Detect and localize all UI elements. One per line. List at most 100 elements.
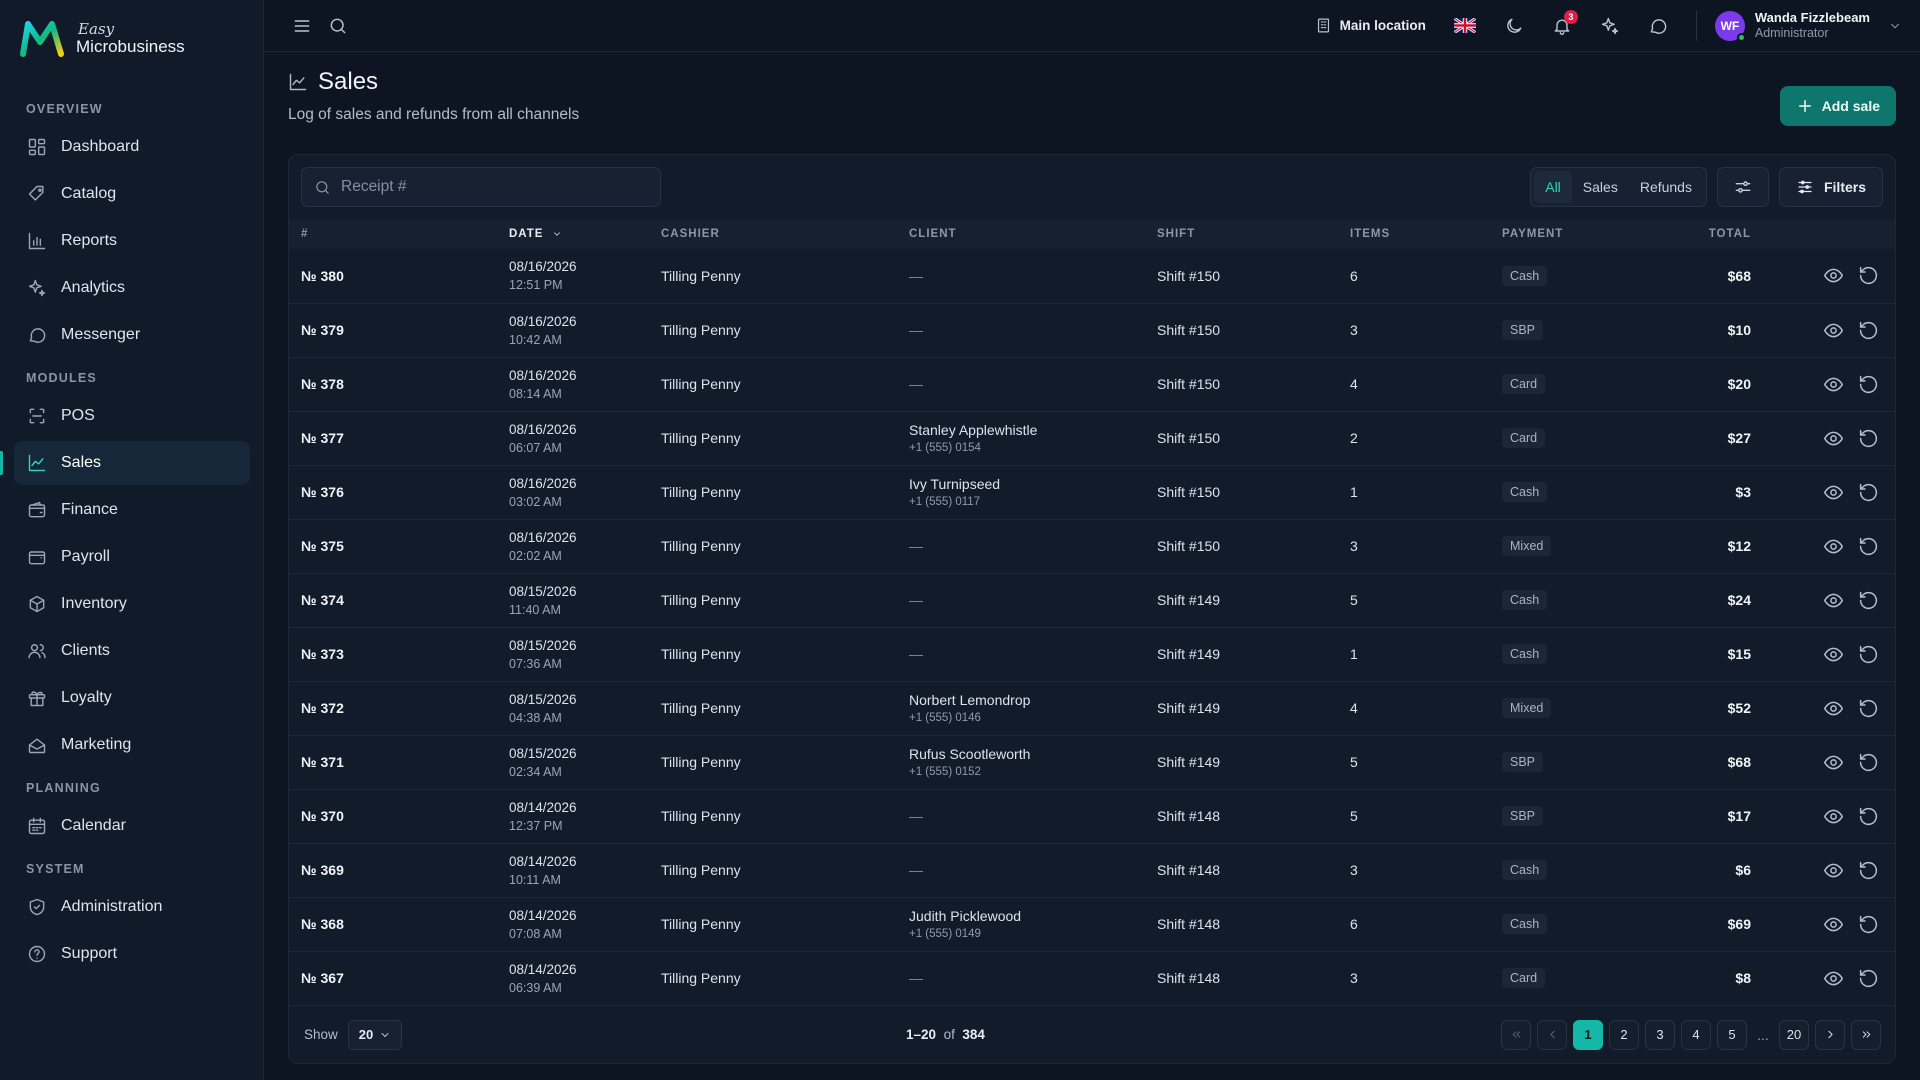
client-name[interactable]: Rufus Scootleworth (909, 746, 1157, 762)
view-receipt-button[interactable] (1823, 968, 1844, 989)
column-header-number[interactable]: # (289, 219, 509, 249)
receipt-number[interactable]: № 377 (289, 411, 509, 465)
sidebar-item-dashboard[interactable]: Dashboard (14, 125, 250, 169)
table-row[interactable]: № 375 08/16/2026 02:02 AM Tilling Penny — Shi… (289, 519, 1895, 573)
language-flag-uk-icon[interactable] (1453, 18, 1476, 33)
view-receipt-button[interactable] (1823, 806, 1844, 827)
sidebar-item-analytics[interactable]: Analytics (14, 266, 250, 310)
brand-logo[interactable]: Easy Microbusiness (20, 18, 185, 58)
view-receipt-button[interactable] (1823, 428, 1844, 449)
receipt-number[interactable]: № 376 (289, 465, 509, 519)
refund-button[interactable] (1858, 536, 1879, 557)
table-row[interactable]: № 374 08/15/2026 11:40 AM Tilling Penny — Shi… (289, 573, 1895, 627)
refund-button[interactable] (1858, 320, 1879, 341)
view-receipt-button[interactable] (1823, 320, 1844, 341)
column-header-cashier[interactable]: CASHIER (661, 219, 909, 249)
last-page-button[interactable] (1851, 1019, 1881, 1050)
receipt-number[interactable]: № 379 (289, 303, 509, 357)
segment-refunds[interactable]: Refunds (1629, 171, 1703, 203)
sidebar-item-messenger[interactable]: Messenger (14, 313, 250, 357)
notifications-button[interactable]: 3 (1544, 8, 1580, 44)
sidebar-item-loyalty[interactable]: Loyalty (14, 676, 250, 720)
location-selector[interactable]: Main location (1315, 17, 1426, 34)
client-name[interactable]: Norbert Lemondrop (909, 692, 1157, 708)
sidebar-item-administration[interactable]: Administration (14, 885, 250, 929)
sidebar-item-support[interactable]: Support (14, 932, 250, 976)
receipt-number[interactable]: № 374 (289, 573, 509, 627)
view-receipt-button[interactable] (1823, 590, 1844, 611)
sidebar-item-calendar[interactable]: Calendar (14, 804, 250, 848)
view-receipt-button[interactable] (1823, 914, 1844, 935)
table-row[interactable]: № 368 08/14/2026 07:08 AM Tilling Penny Judi… (289, 897, 1895, 951)
filters-button[interactable]: Filters (1778, 167, 1883, 207)
refund-button[interactable] (1858, 590, 1879, 611)
receipt-number[interactable]: № 368 (289, 897, 509, 951)
view-receipt-button[interactable] (1823, 644, 1844, 665)
view-receipt-button[interactable] (1823, 752, 1844, 773)
ai-assistant-button[interactable] (1592, 8, 1628, 44)
sidebar-item-payroll[interactable]: Payroll (14, 535, 250, 579)
sidebar-item-finance[interactable]: Finance (14, 488, 250, 532)
first-page-button[interactable] (1501, 1019, 1531, 1050)
view-receipt-button[interactable] (1823, 374, 1844, 395)
refund-button[interactable] (1858, 428, 1879, 449)
receipt-search-input[interactable] (341, 178, 641, 196)
table-row[interactable]: № 377 08/16/2026 06:07 AM Tilling Penny Stan… (289, 411, 1895, 465)
refund-button[interactable] (1858, 482, 1879, 503)
view-receipt-button[interactable] (1823, 860, 1844, 881)
table-row[interactable]: № 380 08/16/2026 12:51 PM Tilling Penny — Shi… (289, 249, 1895, 303)
view-settings-button[interactable] (1716, 167, 1769, 207)
receipt-number[interactable]: № 378 (289, 357, 509, 411)
receipt-number[interactable]: № 372 (289, 681, 509, 735)
column-header-total[interactable]: TOTAL (1667, 219, 1757, 249)
page-button-1[interactable]: 1 (1573, 1019, 1603, 1050)
refund-button[interactable] (1858, 914, 1879, 935)
table-row[interactable]: № 372 08/15/2026 04:38 AM Tilling Penny Norb… (289, 681, 1895, 735)
sidebar-item-clients[interactable]: Clients (14, 629, 250, 673)
column-header-payment[interactable]: PAYMENT (1502, 219, 1667, 249)
table-row[interactable]: № 371 08/15/2026 02:34 AM Tilling Penny Rufu… (289, 735, 1895, 789)
sidebar-item-reports[interactable]: Reports (14, 219, 250, 263)
segment-all[interactable]: All (1534, 171, 1572, 203)
page-button-2[interactable]: 2 (1609, 1019, 1639, 1050)
theme-toggle-button[interactable] (1496, 8, 1532, 44)
sidebar-item-marketing[interactable]: Marketing (14, 723, 250, 767)
receipt-number[interactable]: № 380 (289, 249, 509, 303)
column-header-items[interactable]: ITEMS (1350, 219, 1502, 249)
view-receipt-button[interactable] (1823, 536, 1844, 557)
sidebar-item-catalog[interactable]: Catalog (14, 172, 250, 216)
table-row[interactable]: № 370 08/14/2026 12:37 PM Tilling Penny — Shi… (289, 789, 1895, 843)
next-page-button[interactable] (1815, 1019, 1845, 1050)
client-name[interactable]: Ivy Turnipseed (909, 476, 1157, 492)
segment-sales[interactable]: Sales (1572, 171, 1629, 203)
receipt-number[interactable]: № 369 (289, 843, 509, 897)
menu-toggle-button[interactable] (284, 8, 320, 44)
page-button-last[interactable]: 20 (1779, 1019, 1809, 1050)
prev-page-button[interactable] (1537, 1019, 1567, 1050)
page-button-4[interactable]: 4 (1681, 1019, 1711, 1050)
client-name[interactable]: Stanley Applewhistle (909, 422, 1157, 438)
view-receipt-button[interactable] (1823, 265, 1844, 286)
column-header-client[interactable]: CLIENT (909, 219, 1157, 249)
receipt-number[interactable]: № 367 (289, 951, 509, 1005)
add-sale-button[interactable]: Add sale (1779, 86, 1896, 126)
table-row[interactable]: № 376 08/16/2026 03:02 AM Tilling Penny Ivy … (289, 465, 1895, 519)
refund-button[interactable] (1858, 860, 1879, 881)
refund-button[interactable] (1858, 374, 1879, 395)
refund-button[interactable] (1858, 968, 1879, 989)
receipt-number[interactable]: № 370 (289, 789, 509, 843)
table-row[interactable]: № 373 08/15/2026 07:36 AM Tilling Penny — Shi… (289, 627, 1895, 681)
view-receipt-button[interactable] (1823, 698, 1844, 719)
sidebar-item-pos[interactable]: POS (14, 394, 250, 438)
column-header-shift[interactable]: SHIFT (1157, 219, 1350, 249)
table-row[interactable]: № 369 08/14/2026 10:11 AM Tilling Penny — Shi… (289, 843, 1895, 897)
user-menu[interactable]: WF Wanda Fizzlebeam Administrator (1714, 10, 1902, 42)
refund-button[interactable] (1858, 752, 1879, 773)
table-row[interactable]: № 367 08/14/2026 06:39 AM Tilling Penny — Shi… (289, 951, 1895, 1005)
page-size-select[interactable]: 20 (347, 1019, 403, 1050)
receipt-number[interactable]: № 373 (289, 627, 509, 681)
client-name[interactable]: Judith Picklewood (909, 908, 1157, 924)
chat-button[interactable] (1640, 8, 1676, 44)
receipt-number[interactable]: № 375 (289, 519, 509, 573)
page-button-3[interactable]: 3 (1645, 1019, 1675, 1050)
